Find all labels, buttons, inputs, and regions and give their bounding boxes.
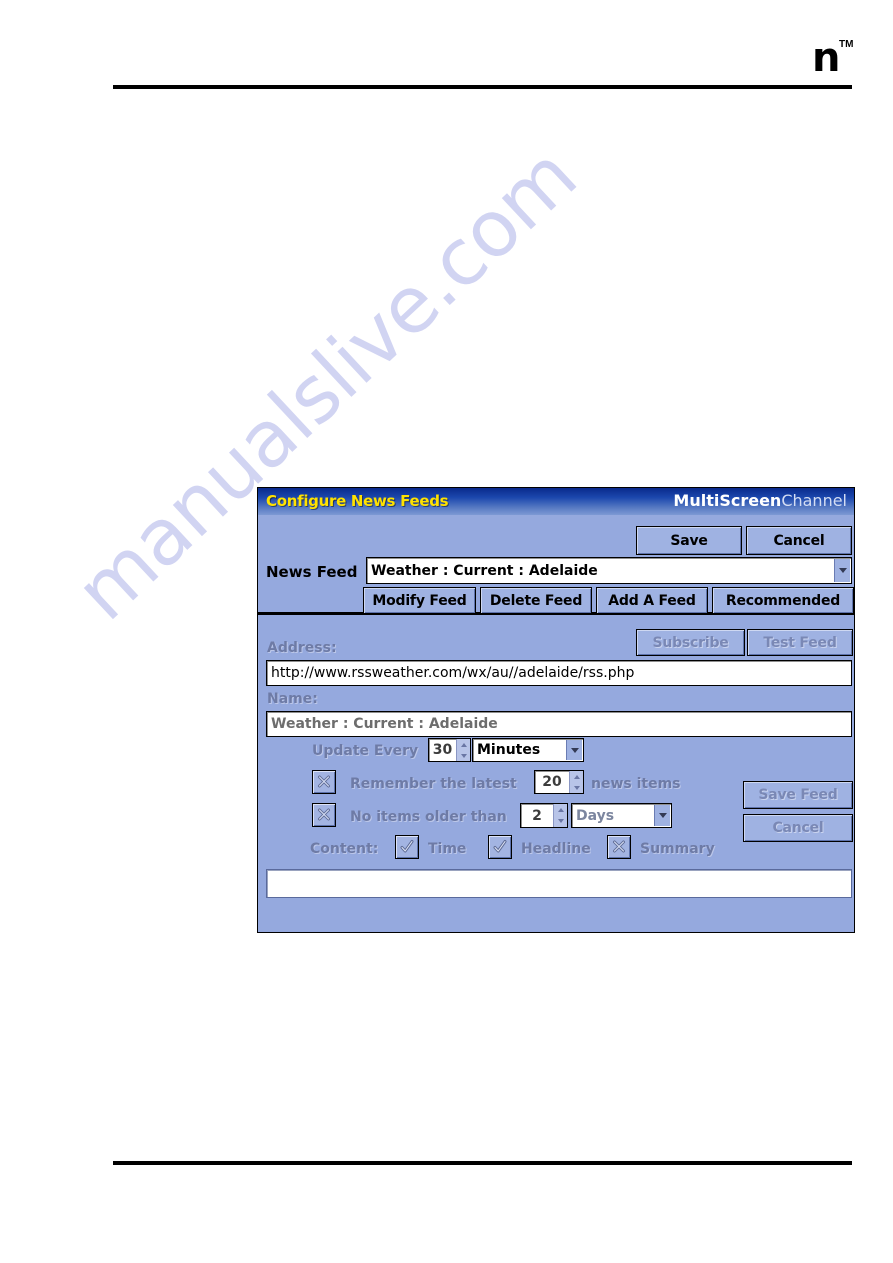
header-rule	[113, 85, 852, 89]
name-label: Name:	[267, 691, 318, 707]
update-every-value: 30	[432, 742, 453, 758]
remember-count-stepper[interactable]: 20	[534, 770, 584, 794]
save-feed-button[interactable]: Save Feed	[743, 781, 853, 809]
x-icon	[318, 808, 330, 821]
name-input[interactable]: Weather : Current : Adelaide	[266, 711, 852, 737]
brand-logo: n TM	[812, 38, 872, 80]
modify-feed-button[interactable]: Modify Feed	[363, 587, 476, 614]
address-value: http://www.rssweather.com/wx/au//adelaid…	[271, 665, 635, 681]
content-time-checkbox[interactable]	[395, 835, 419, 859]
brand-primary: MultiScreen	[673, 491, 782, 510]
news-feed-selected-value: Weather : Current : Adelaide	[371, 562, 598, 579]
address-input[interactable]: http://www.rssweather.com/wx/au//adelaid…	[266, 660, 852, 686]
chevron-down-icon[interactable]	[654, 805, 670, 826]
no-items-unit-value: Days	[576, 807, 615, 824]
update-every-unit-combobox[interactable]: Minutes	[472, 738, 584, 762]
news-items-suffix-label: news items	[591, 776, 681, 792]
chevron-down-icon[interactable]	[834, 559, 850, 582]
logo-n-mark: n	[812, 35, 841, 81]
update-every-stepper[interactable]: 30	[428, 738, 471, 762]
status-bar	[266, 869, 852, 898]
update-every-label: Update Every	[312, 743, 419, 759]
status-text	[267, 870, 272, 885]
check-icon	[493, 840, 507, 853]
news-feed-combobox[interactable]: Weather : Current : Adelaide	[366, 557, 852, 584]
stepper-arrows-icon[interactable]	[553, 804, 567, 827]
remember-latest-label: Remember the latest	[350, 776, 517, 792]
address-label: Address:	[267, 640, 337, 656]
feed-details-panel: Subscribe Test Feed Address: http://www.…	[258, 615, 854, 931]
feed-selection-panel: Save Cancel News Feed Weather : Current …	[258, 515, 854, 615]
dialog-titlebar: Configure News Feeds MultiScreenChannel	[258, 488, 854, 515]
brand-secondary: Channel	[781, 491, 847, 510]
product-brand: MultiScreenChannel	[673, 491, 847, 510]
content-headline-checkbox[interactable]	[488, 835, 512, 859]
test-feed-button[interactable]: Test Feed	[747, 629, 853, 656]
cancel-button[interactable]: Cancel	[746, 526, 852, 555]
add-a-feed-button[interactable]: Add A Feed	[596, 587, 708, 614]
no-items-older-label: No items older than	[350, 809, 507, 825]
content-summary-checkbox[interactable]	[607, 835, 631, 859]
content-headline-label: Headline	[521, 841, 591, 857]
update-every-unit-value: Minutes	[477, 742, 541, 758]
x-icon	[318, 775, 330, 788]
stepper-arrows-icon[interactable]	[456, 739, 470, 761]
dialog-title: Configure News Feeds	[266, 492, 449, 510]
content-label: Content:	[310, 841, 379, 857]
name-value: Weather : Current : Adelaide	[271, 716, 498, 732]
subscribe-button[interactable]: Subscribe	[636, 629, 745, 656]
cancel-feed-button[interactable]: Cancel	[743, 814, 853, 842]
no-items-unit-combobox[interactable]: Days	[571, 803, 672, 828]
document-page: n TM manualslive.com Configure News Feed…	[0, 0, 893, 1263]
remember-latest-checkbox[interactable]	[312, 770, 336, 794]
no-items-value-stepper[interactable]: 2	[520, 803, 568, 828]
x-icon	[613, 840, 625, 853]
trademark-icon: TM	[839, 39, 854, 50]
content-time-label: Time	[428, 841, 467, 857]
stepper-arrows-icon[interactable]	[569, 771, 583, 793]
footer-rule	[113, 1161, 852, 1165]
recommended-button[interactable]: Recommended	[712, 587, 854, 614]
chevron-down-icon[interactable]	[566, 740, 582, 760]
configure-news-feeds-dialog: Configure News Feeds MultiScreenChannel …	[257, 487, 855, 933]
content-summary-label: Summary	[640, 841, 715, 857]
no-items-value: 2	[532, 807, 542, 824]
delete-feed-button[interactable]: Delete Feed	[480, 587, 592, 614]
save-button[interactable]: Save	[636, 526, 742, 555]
news-feed-label: News Feed	[266, 563, 358, 581]
remember-count-value: 20	[542, 774, 562, 790]
no-items-older-checkbox[interactable]	[312, 803, 336, 827]
check-icon	[400, 840, 414, 853]
